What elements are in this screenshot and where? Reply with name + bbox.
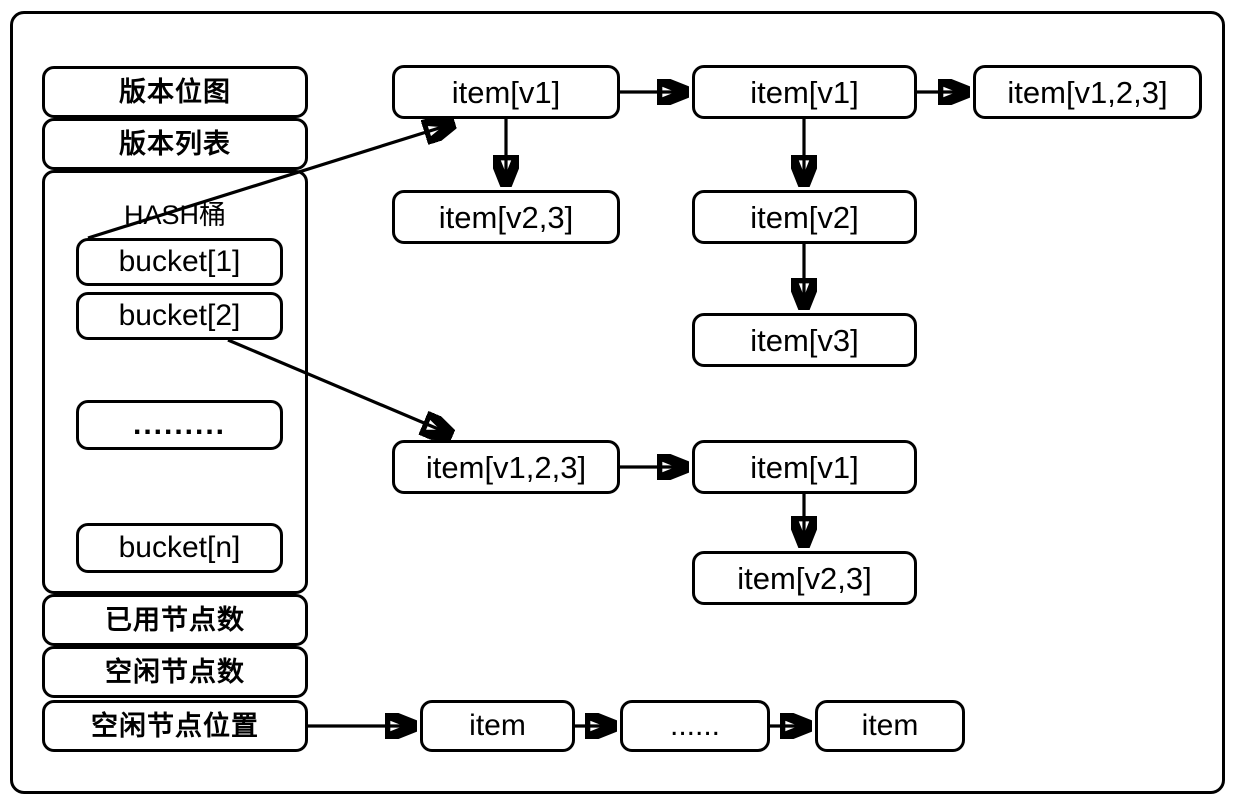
- chain2-item-2[interactable]: item[v1]: [692, 440, 917, 494]
- bucket-item-1[interactable]: bucket[1]: [76, 238, 283, 286]
- bucket-label: bucket[2]: [118, 299, 241, 332]
- bucket-label: bucket[1]: [118, 245, 241, 278]
- sidebar-row-used-node-count[interactable]: 已用节点数: [42, 594, 308, 646]
- bucket-label: .........: [132, 408, 226, 441]
- chain2-branch-item-1[interactable]: item[v2,3]: [692, 551, 917, 605]
- item-label: item: [861, 709, 919, 742]
- sidebar-row-free-node-position[interactable]: 空闲节点位置: [42, 700, 308, 752]
- free-list-item-ellipsis[interactable]: ......: [620, 700, 770, 752]
- chain2-item-1[interactable]: item[v1,2,3]: [392, 440, 620, 494]
- item-label: item[v1]: [750, 449, 859, 485]
- sidebar-row-label: 版本列表: [119, 128, 231, 159]
- item-label: item[v1,2,3]: [425, 449, 587, 485]
- chain1-branch2-item-1[interactable]: item[v2]: [692, 190, 917, 244]
- item-label: item[v2,3]: [438, 199, 574, 235]
- sidebar-row-version-bitmap[interactable]: 版本位图: [42, 66, 308, 118]
- free-list-item-2[interactable]: item: [815, 700, 965, 752]
- item-label: item[v1,2,3]: [1007, 74, 1168, 110]
- bucket-item-ellipsis[interactable]: .........: [76, 400, 283, 450]
- diagram-canvas: 版本位图 版本列表 HASH桶 bucket[1] bucket[2] ....…: [0, 0, 1239, 810]
- chain1-item-1[interactable]: item[v1]: [392, 65, 620, 119]
- sidebar-row-label: 空闲节点位置: [91, 710, 259, 741]
- item-label: item[v3]: [750, 322, 859, 358]
- chain1-item-2[interactable]: item[v1]: [692, 65, 917, 119]
- item-label: item[v1]: [750, 74, 859, 110]
- bucket-item-2[interactable]: bucket[2]: [76, 292, 283, 340]
- sidebar-row-label: 空闲节点数: [105, 656, 245, 687]
- item-label: item[v1]: [451, 74, 561, 110]
- item-label: item: [469, 709, 526, 742]
- item-label: ......: [669, 709, 720, 742]
- chain1-branch2-item-2[interactable]: item[v3]: [692, 313, 917, 367]
- sidebar-row-free-node-count[interactable]: 空闲节点数: [42, 646, 308, 698]
- sidebar-row-version-list[interactable]: 版本列表: [42, 118, 308, 170]
- chain1-item-3[interactable]: item[v1,2,3]: [973, 65, 1202, 119]
- hash-bucket-title: HASH桶: [123, 200, 226, 230]
- sidebar-row-label: 已用节点数: [105, 604, 245, 635]
- bucket-label: bucket[n]: [118, 531, 241, 564]
- chain1-branch1-item-1[interactable]: item[v2,3]: [392, 190, 620, 244]
- free-list-item-1[interactable]: item: [420, 700, 575, 752]
- sidebar-row-label: 版本位图: [119, 76, 231, 107]
- bucket-item-n[interactable]: bucket[n]: [76, 523, 283, 573]
- item-label: item[v2,3]: [737, 560, 872, 596]
- item-label: item[v2]: [750, 199, 859, 235]
